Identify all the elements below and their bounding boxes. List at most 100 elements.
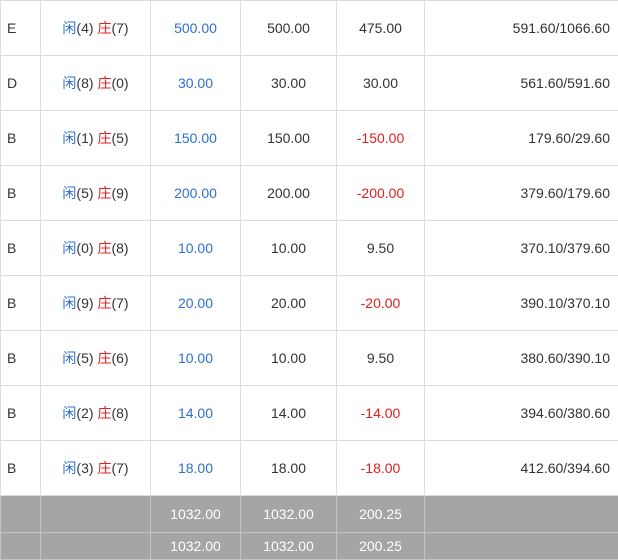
player-score: (5) [76,350,94,366]
player-score: (3) [76,460,94,476]
game-code-cell: B [0,330,41,386]
game-code-cell: E [0,0,41,56]
balance-cell: 179.60/29.60 [424,110,618,166]
total-bet-cell: 1032.00 [150,532,241,560]
result-cell: 闲(5) 庄(9) [40,165,151,221]
banker-score: (7) [111,295,129,311]
banker-label: 庄 [97,130,112,146]
balance-cell: 390.10/370.10 [424,275,618,331]
bet-amount-cell: 10.00 [150,330,241,386]
banker-label: 庄 [97,185,112,201]
total-row: 1032.00 1032.00 200.25 [0,495,618,533]
win-loss-cell: 9.50 [336,330,425,386]
bet-history-table: E 闲(4) 庄(7) 500.00 500.00 475.00 591.60/1066.… [0,0,618,560]
player-label: 闲 [62,295,77,311]
valid-bet-cell: 18.00 [240,440,337,496]
bet-amount-cell: 200.00 [150,165,241,221]
total-win-cell: 200.25 [336,532,425,560]
banker-score: (8) [111,405,129,421]
game-code-cell: B [0,165,41,221]
table-row: B 闲(2) 庄(8) 14.00 14.00 -14.00 394.60/380.60 [0,385,618,441]
result-cell: 闲(9) 庄(7) [40,275,151,331]
game-code-cell: B [0,275,41,331]
bet-amount-cell: 14.00 [150,385,241,441]
win-loss-cell: 9.50 [336,220,425,276]
player-score: (2) [76,405,94,421]
player-label: 闲 [62,75,77,91]
player-label: 闲 [62,460,77,476]
total-empty-cell [424,532,618,560]
win-loss-cell: -150.00 [336,110,425,166]
bet-amount-cell: 150.00 [150,110,241,166]
player-label: 闲 [62,240,77,256]
game-code-cell: B [0,440,41,496]
bet-amount-cell: 500.00 [150,0,241,56]
banker-label: 庄 [97,295,112,311]
bet-history-body: E 闲(4) 庄(7) 500.00 500.00 475.00 591.60/1066.… [0,0,618,560]
win-loss-cell: -200.00 [336,165,425,221]
total-empty-cell [0,532,41,560]
game-code-cell: B [0,385,41,441]
total-empty-cell [40,532,151,560]
balance-cell: 412.60/394.60 [424,440,618,496]
banker-label: 庄 [97,350,112,366]
table-row: B 闲(0) 庄(8) 10.00 10.00 9.50 370.10/379.60 [0,220,618,276]
player-label: 闲 [62,130,77,146]
win-loss-cell: -20.00 [336,275,425,331]
banker-score: (7) [111,460,129,476]
total-empty-cell [424,495,618,533]
total-empty-cell [0,495,41,533]
banker-score: (7) [111,20,129,36]
banker-label: 庄 [97,20,112,36]
result-cell: 闲(1) 庄(5) [40,110,151,166]
balance-cell: 380.60/390.10 [424,330,618,386]
win-loss-cell: -14.00 [336,385,425,441]
player-score: (1) [76,130,94,146]
banker-label: 庄 [97,405,112,421]
total-row: 1032.00 1032.00 200.25 [0,532,618,560]
valid-bet-cell: 30.00 [240,55,337,111]
result-cell: 闲(8) 庄(0) [40,55,151,111]
bet-amount-cell: 10.00 [150,220,241,276]
player-label: 闲 [62,20,77,36]
balance-cell: 561.60/591.60 [424,55,618,111]
player-score: (9) [76,295,94,311]
total-empty-cell [40,495,151,533]
player-label: 闲 [62,350,77,366]
table-row: D 闲(8) 庄(0) 30.00 30.00 30.00 561.60/591.60 [0,55,618,111]
game-code-cell: B [0,110,41,166]
total-valid-cell: 1032.00 [240,532,337,560]
total-valid-cell: 1032.00 [240,495,337,533]
player-score: (8) [76,75,94,91]
result-cell: 闲(2) 庄(8) [40,385,151,441]
table-row: B 闲(3) 庄(7) 18.00 18.00 -18.00 412.60/394.60 [0,440,618,496]
valid-bet-cell: 150.00 [240,110,337,166]
table-row: B 闲(5) 庄(9) 200.00 200.00 -200.00 379.60/179.… [0,165,618,221]
result-cell: 闲(4) 庄(7) [40,0,151,56]
valid-bet-cell: 20.00 [240,275,337,331]
table-row: B 闲(5) 庄(6) 10.00 10.00 9.50 380.60/390.10 [0,330,618,386]
banker-score: (6) [111,350,129,366]
table-row: B 闲(9) 庄(7) 20.00 20.00 -20.00 390.10/370.10 [0,275,618,331]
table-row: E 闲(4) 庄(7) 500.00 500.00 475.00 591.60/1066.… [0,0,618,56]
valid-bet-cell: 10.00 [240,330,337,386]
bet-amount-cell: 20.00 [150,275,241,331]
valid-bet-cell: 14.00 [240,385,337,441]
banker-score: (5) [111,130,129,146]
player-label: 闲 [62,405,77,421]
table-row: B 闲(1) 庄(5) 150.00 150.00 -150.00 179.60/29.6… [0,110,618,166]
win-loss-cell: 30.00 [336,55,425,111]
player-score: (4) [76,20,94,36]
banker-label: 庄 [97,240,112,256]
valid-bet-cell: 500.00 [240,0,337,56]
win-loss-cell: 475.00 [336,0,425,56]
result-cell: 闲(0) 庄(8) [40,220,151,276]
balance-cell: 370.10/379.60 [424,220,618,276]
banker-label: 庄 [97,460,112,476]
game-code-cell: D [0,55,41,111]
banker-score: (9) [111,185,129,201]
bet-amount-cell: 18.00 [150,440,241,496]
player-label: 闲 [62,185,77,201]
balance-cell: 591.60/1066.60 [424,0,618,56]
total-bet-cell: 1032.00 [150,495,241,533]
